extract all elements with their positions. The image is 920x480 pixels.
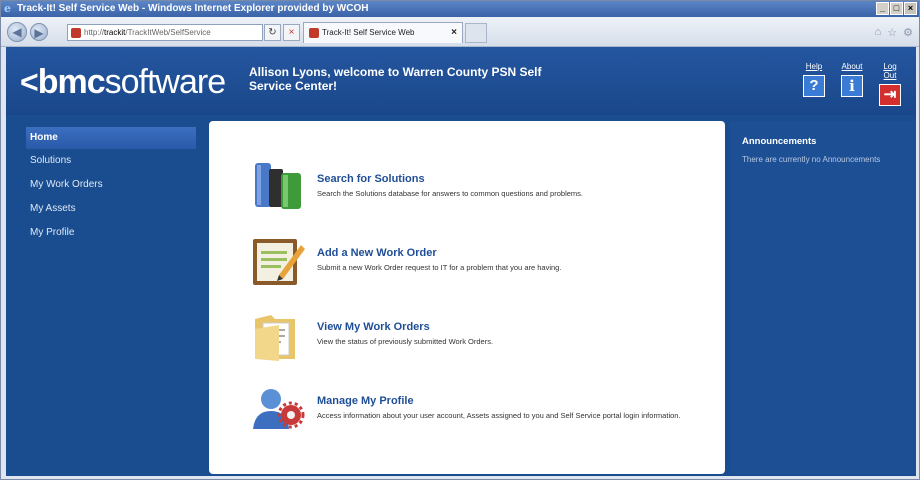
notepad-icon — [253, 239, 305, 285]
announcements-title: Announcements — [742, 136, 817, 147]
window-title: Track-It! Self Service Web - Windows Int… — [17, 3, 369, 14]
about-link[interactable]: About — [838, 62, 866, 71]
option-description: Search the Solutions database for answer… — [317, 189, 583, 198]
address-bar[interactable]: http://trackit/TrackItWeb/SelfService — [67, 24, 263, 41]
minimize-button[interactable]: _ — [876, 2, 889, 15]
option-view-work-orders[interactable]: View My Work Orders View the status of p… — [249, 305, 719, 369]
address-prefix: http:// — [84, 28, 105, 37]
sidebar-item-home[interactable]: Home — [26, 127, 196, 149]
sidebar-item-my-profile[interactable]: My Profile — [6, 221, 196, 245]
page-header: <bmcsoftware Allison Lyons, welcome to W… — [6, 47, 916, 115]
refresh-button[interactable]: ↻ — [264, 24, 281, 41]
back-button[interactable]: ◀ — [7, 22, 27, 42]
option-description: View the status of previously submitted … — [317, 337, 494, 346]
welcome-message: Allison Lyons, welcome to Warren County … — [249, 65, 542, 93]
browser-window: e Track-It! Self Service Web - Windows I… — [0, 0, 920, 480]
about-link-group: About i — [838, 62, 866, 106]
tab-title: Track-It! Self Service Web — [322, 28, 415, 37]
page-content: <bmcsoftware Allison Lyons, welcome to W… — [6, 47, 916, 476]
new-tab-button[interactable] — [465, 23, 487, 43]
option-add-work-order[interactable]: Add a New Work Order Submit a new Work O… — [249, 231, 719, 295]
help-link-group: Help ? — [800, 62, 828, 106]
help-icon[interactable]: ? — [803, 75, 825, 97]
sidebar-item-my-assets[interactable]: My Assets — [6, 197, 196, 221]
option-title[interactable]: Search for Solutions — [317, 173, 425, 185]
announcements-panel: Announcements There are currently no Ann… — [730, 121, 916, 474]
favorites-icon[interactable]: ☆ — [887, 26, 897, 39]
option-search-solutions[interactable]: Search for Solutions Search the Solution… — [249, 157, 719, 221]
forward-button[interactable]: ▶ — [30, 23, 48, 41]
option-title[interactable]: Add a New Work Order — [317, 247, 437, 259]
address-host: trackit — [104, 28, 126, 37]
option-description: Submit a new Work Order request to IT fo… — [317, 263, 562, 272]
sidebar-item-solutions[interactable]: Solutions — [6, 149, 196, 173]
logout-link[interactable]: Log Out — [876, 62, 904, 80]
folder-icon — [255, 315, 295, 361]
user-gear-icon — [253, 389, 305, 429]
tab-favicon-icon — [309, 28, 319, 38]
sidebar-item-my-work-orders[interactable]: My Work Orders — [6, 173, 196, 197]
help-link[interactable]: Help — [800, 62, 828, 71]
address-path: /TrackItWeb/SelfService — [125, 28, 211, 37]
bmc-software-logo: <bmcsoftware — [20, 63, 226, 101]
close-window-button[interactable]: × — [904, 2, 917, 15]
site-favicon-icon — [71, 28, 81, 38]
main-panel: Search for Solutions Search the Solution… — [209, 121, 725, 474]
tab-close-button[interactable]: × — [451, 23, 457, 43]
logout-link-group: Log Out ⇥ — [876, 62, 904, 106]
home-icon[interactable]: ⌂ — [875, 26, 882, 39]
tools-icon[interactable]: ⚙ — [903, 26, 913, 39]
header-links: Help ? About i Log Out ⇥ — [800, 62, 904, 106]
announcements-text: There are currently no Announcements — [742, 155, 881, 164]
maximize-button[interactable]: □ — [890, 2, 903, 15]
ie-logo-icon: e — [4, 2, 11, 15]
sidebar-nav: Home Solutions My Work Orders My Assets … — [6, 127, 196, 245]
option-title[interactable]: View My Work Orders — [317, 321, 430, 333]
browser-tools: ⌂ ☆ ⚙ — [875, 26, 913, 39]
stop-button[interactable]: × — [283, 24, 300, 41]
info-icon[interactable]: i — [841, 75, 863, 97]
option-manage-profile[interactable]: Manage My Profile Access information abo… — [249, 379, 719, 443]
option-description: Access information about your user accou… — [317, 411, 681, 420]
navigation-bar: ◀ ▶ http://trackit/TrackItWeb/SelfServic… — [1, 17, 919, 47]
option-title[interactable]: Manage My Profile — [317, 395, 414, 407]
window-controls: _ □ × — [876, 2, 917, 15]
logout-icon[interactable]: ⇥ — [879, 84, 901, 106]
tab-track-it[interactable]: Track-It! Self Service Web × — [303, 22, 463, 43]
books-icon — [255, 163, 301, 209]
title-bar: e Track-It! Self Service Web - Windows I… — [1, 1, 919, 17]
